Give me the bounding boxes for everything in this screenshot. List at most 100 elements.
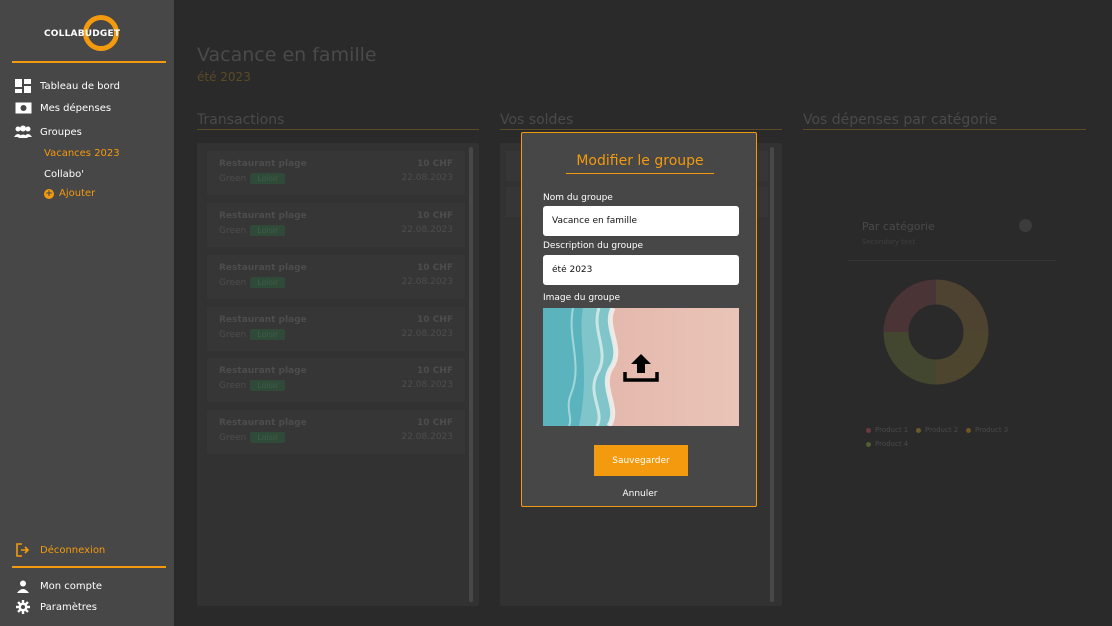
transaction-payer: Green bbox=[219, 173, 247, 184]
sidebar-item-label: Groupes bbox=[40, 126, 82, 138]
legend-label: Product 4 bbox=[875, 440, 909, 448]
transaction-meta: Green Loisir bbox=[219, 277, 286, 288]
gear-icon bbox=[14, 600, 32, 614]
dashboard-icon bbox=[14, 79, 32, 93]
sidebar: COLLABUDGET Tableau de bord Mes dépenses… bbox=[0, 0, 174, 626]
transaction-name: Restaurant plage bbox=[219, 366, 307, 376]
category-card-subtitle: Secondary text bbox=[862, 238, 916, 246]
account-label: Mon compte bbox=[40, 580, 103, 592]
section-divider bbox=[803, 129, 1086, 130]
sidebar-group-collabo[interactable]: Collabo' bbox=[44, 169, 84, 180]
upload-icon bbox=[623, 354, 659, 382]
transaction-tag: Loisir bbox=[250, 225, 286, 236]
sidebar-item-groups[interactable]: Groupes bbox=[14, 125, 82, 139]
group-name-label: Nom du groupe bbox=[543, 193, 613, 203]
transactions-panel: Restaurant plage Green Loisir 10 CHF 22.0… bbox=[197, 143, 479, 606]
transactions-scrollbar[interactable] bbox=[469, 147, 473, 602]
transaction-payer: Green bbox=[219, 225, 247, 236]
transaction-date: 22.08.2023 bbox=[401, 380, 453, 390]
transaction-item[interactable]: Restaurant plage Green Loisir 10 CHF 22.0… bbox=[207, 358, 465, 402]
legend-label: Product 1 bbox=[875, 426, 909, 434]
transaction-tag: Loisir bbox=[250, 380, 286, 391]
transaction-amount: 10 CHF bbox=[417, 159, 453, 169]
transaction-payer: Green bbox=[219, 277, 247, 288]
groups-icon bbox=[14, 125, 32, 139]
info-icon[interactable] bbox=[1019, 219, 1032, 232]
category-donut-chart bbox=[883, 279, 989, 385]
transaction-tag: Loisir bbox=[250, 432, 286, 443]
sidebar-item-expenses[interactable]: Mes dépenses bbox=[14, 101, 111, 115]
transaction-name: Restaurant plage bbox=[219, 159, 307, 169]
sidebar-item-dashboard[interactable]: Tableau de bord bbox=[14, 79, 120, 93]
settings-label: Paramètres bbox=[40, 601, 98, 613]
transaction-amount: 10 CHF bbox=[417, 418, 453, 428]
transaction-item[interactable]: Restaurant plage Green Loisir 10 CHF 22.0… bbox=[207, 255, 465, 299]
transaction-meta: Green Loisir bbox=[219, 173, 286, 184]
save-button[interactable]: Sauvegarder bbox=[594, 445, 688, 476]
balances-scrollbar[interactable] bbox=[770, 147, 774, 602]
transactions-heading: Transactions bbox=[197, 112, 285, 128]
transaction-name: Restaurant plage bbox=[219, 263, 307, 273]
legend-item: Product 3 bbox=[966, 426, 1008, 434]
page-subtitle: été 2023 bbox=[197, 70, 251, 84]
user-icon bbox=[14, 579, 32, 593]
transaction-name: Restaurant plage bbox=[219, 418, 307, 428]
legend-label: Product 3 bbox=[975, 426, 1009, 434]
group-name-input[interactable] bbox=[543, 206, 739, 236]
settings-button[interactable]: Paramètres bbox=[14, 600, 97, 614]
legend-label: Product 2 bbox=[925, 426, 959, 434]
sidebar-group-vacances-2023[interactable]: Vacances 2023 bbox=[44, 148, 120, 159]
transaction-meta: Green Loisir bbox=[219, 432, 286, 443]
edit-group-modal: Modifier le groupe Nom du groupe Descrip… bbox=[521, 132, 757, 507]
legend-item: Product 2 bbox=[916, 426, 958, 434]
sidebar-item-label: Tableau de bord bbox=[40, 80, 120, 92]
transaction-date: 22.08.2023 bbox=[401, 173, 453, 183]
logout-icon bbox=[14, 543, 32, 557]
account-button[interactable]: Mon compte bbox=[14, 579, 102, 593]
sidebar-divider bbox=[12, 61, 166, 63]
transaction-name: Restaurant plage bbox=[219, 211, 307, 221]
cancel-button[interactable]: Annuler bbox=[522, 489, 758, 499]
logo-text: COLLABUDGET bbox=[44, 29, 121, 39]
add-group-label: Ajouter bbox=[59, 188, 96, 199]
add-group-button[interactable]: + Ajouter bbox=[44, 188, 95, 199]
modal-title: Modifier le groupe bbox=[576, 153, 704, 169]
transaction-meta: Green Loisir bbox=[219, 380, 286, 391]
plus-circle-icon: + bbox=[44, 188, 54, 199]
legend-dot bbox=[866, 427, 871, 433]
sidebar-divider bbox=[12, 566, 166, 568]
transaction-date: 22.08.2023 bbox=[401, 432, 453, 442]
logout-button[interactable]: Déconnexion bbox=[14, 543, 105, 557]
transaction-meta: Green Loisir bbox=[219, 329, 286, 340]
legend-dot bbox=[966, 427, 971, 433]
section-divider bbox=[197, 129, 479, 130]
transaction-amount: 10 CHF bbox=[417, 315, 453, 325]
legend-item: Product 4 bbox=[866, 440, 908, 448]
transaction-tag: Loisir bbox=[250, 277, 286, 288]
group-image-upload[interactable] bbox=[543, 308, 739, 426]
transaction-item[interactable]: Restaurant plage Green Loisir 10 CHF 22.0… bbox=[207, 203, 465, 247]
logout-label: Déconnexion bbox=[40, 544, 106, 556]
legend-item: Product 1 bbox=[866, 426, 908, 434]
category-card-divider bbox=[848, 260, 1056, 261]
transaction-meta: Green Loisir bbox=[219, 225, 286, 236]
group-description-input[interactable] bbox=[543, 255, 739, 285]
group-description-label: Description du groupe bbox=[543, 241, 644, 251]
transaction-date: 22.08.2023 bbox=[401, 277, 453, 287]
transaction-date: 22.08.2023 bbox=[401, 225, 453, 235]
transaction-item[interactable]: Restaurant plage Green Loisir 10 CHF 22.0… bbox=[207, 410, 465, 454]
transaction-amount: 10 CHF bbox=[417, 211, 453, 221]
transaction-payer: Green bbox=[219, 380, 247, 391]
transaction-tag: Loisir bbox=[250, 173, 286, 184]
categories-heading: Vos dépenses par catégorie bbox=[803, 112, 998, 128]
category-card-title: Par catégorie bbox=[862, 220, 935, 233]
transaction-payer: Green bbox=[219, 329, 247, 340]
transaction-item[interactable]: Restaurant plage Green Loisir 10 CHF 22.0… bbox=[207, 151, 465, 195]
page-title: Vacance en famille bbox=[197, 44, 377, 66]
transaction-item[interactable]: Restaurant plage Green Loisir 10 CHF 22.0… bbox=[207, 307, 465, 351]
transaction-payer: Green bbox=[219, 432, 247, 443]
section-divider bbox=[500, 129, 782, 130]
transaction-name: Restaurant plage bbox=[219, 315, 307, 325]
legend-dot bbox=[916, 427, 921, 433]
balances-heading: Vos soldes bbox=[500, 112, 574, 128]
